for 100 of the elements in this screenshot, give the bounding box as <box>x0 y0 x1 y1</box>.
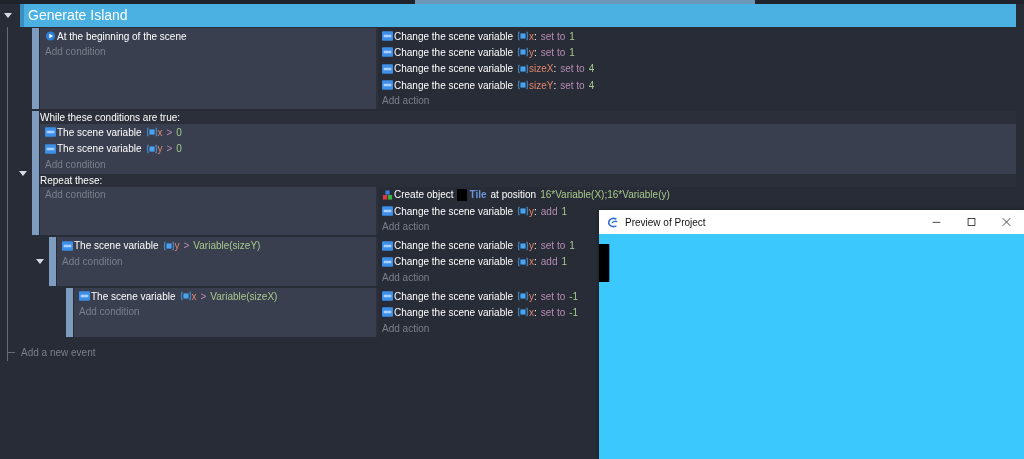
instruction-text: Change the scene variable <box>394 290 513 302</box>
value: 0 <box>176 143 182 155</box>
punctuation: : <box>534 205 537 217</box>
variable-icon <box>517 31 529 42</box>
value: 0 <box>176 126 182 138</box>
instruction-text: Create object <box>394 189 454 201</box>
instruction-text: Change the scene variable <box>394 46 513 58</box>
value: Variable(sizeX) <box>210 290 278 302</box>
variable-name: y <box>174 240 180 251</box>
operator: set to <box>540 290 566 302</box>
variable-name: y <box>529 205 534 217</box>
shapes-icon <box>382 189 393 200</box>
variable-icon <box>382 256 393 267</box>
event-handle[interactable] <box>32 28 39 110</box>
variable-icon <box>382 206 393 217</box>
collapse-arrow-icon[interactable] <box>36 259 44 265</box>
add-condition-link[interactable]: Add condition <box>45 44 106 61</box>
punctuation: : <box>553 79 557 91</box>
variable-icon <box>382 47 393 58</box>
variable-icon <box>45 143 56 154</box>
add-action-link[interactable]: Add action <box>382 219 430 236</box>
collapse-arrow-icon[interactable] <box>4 13 12 18</box>
variable-icon <box>79 291 90 302</box>
instruction-text: At the beginning of the scene <box>57 30 187 42</box>
variable-icon <box>517 80 529 91</box>
punctuation: : <box>553 63 557 75</box>
group-header[interactable]: Generate Island <box>20 4 1016 27</box>
value: 1 <box>569 240 575 251</box>
add-condition-link[interactable]: Add condition <box>45 186 106 203</box>
instruction-text: Change the scene variable <box>394 30 513 42</box>
instruction-text: Change the scene variable <box>394 63 513 75</box>
operator: > <box>183 240 190 251</box>
instruction-text: The scene variable <box>57 126 142 138</box>
variable-icon <box>517 47 529 58</box>
add-action-link[interactable]: Add action <box>382 269 430 286</box>
add-event-link[interactable]: Add a new event <box>21 344 96 361</box>
instruction-text: Change the scene variable <box>394 306 513 318</box>
instruction-text: Change the scene variable <box>394 205 513 217</box>
variable-icon <box>517 240 529 251</box>
variable-icon <box>162 240 175 251</box>
variable-name: x <box>157 126 163 138</box>
instruction-text: The scene variable <box>91 290 176 302</box>
instruction-text: The scene variable <box>74 240 159 251</box>
operator: add <box>540 205 558 217</box>
variable-icon <box>517 307 529 318</box>
value: -1 <box>569 306 579 318</box>
value: 1 <box>561 256 567 268</box>
variable-name: x <box>191 290 197 302</box>
variable-icon <box>517 256 529 267</box>
app-icon <box>607 216 619 228</box>
object-thumbnail <box>457 188 468 201</box>
add-condition-link[interactable]: Add condition <box>62 253 123 270</box>
variable-icon <box>382 291 393 302</box>
value: -1 <box>569 290 579 302</box>
instruction-text: at position <box>490 189 537 201</box>
add-condition-link[interactable]: Add condition <box>45 156 106 173</box>
object-name: Tile <box>469 189 487 201</box>
variable-name: x <box>529 306 534 318</box>
variable-icon <box>382 80 393 91</box>
variable-icon <box>517 291 529 302</box>
add-action-link[interactable]: Add action <box>382 320 430 337</box>
punctuation: : <box>534 30 537 42</box>
value: Variable(sizeY) <box>193 240 261 251</box>
variable-name: x <box>529 256 534 268</box>
value: 1 <box>569 30 575 42</box>
punctuation: : <box>534 306 537 318</box>
variable-name: y <box>157 143 163 155</box>
event-handle[interactable] <box>49 237 56 286</box>
variable-icon <box>382 307 393 318</box>
operator: > <box>200 290 207 302</box>
variable-icon <box>45 127 56 138</box>
operator: > <box>166 126 173 138</box>
punctuation: : <box>534 46 537 58</box>
operator: set to <box>560 79 585 91</box>
variable-icon <box>145 127 158 138</box>
play-icon <box>45 31 56 42</box>
operator: set to <box>540 30 566 42</box>
variable-icon <box>62 240 73 251</box>
variable-name: y <box>529 290 534 302</box>
variable-name: y <box>529 46 534 58</box>
punctuation: : <box>534 256 537 268</box>
variable-icon <box>517 63 529 74</box>
variable-icon <box>382 31 393 42</box>
add-action-link[interactable]: Add action <box>382 93 430 110</box>
operator: add <box>540 256 558 268</box>
operator: set to <box>540 46 566 58</box>
variable-icon <box>145 143 158 154</box>
operator: set to <box>560 63 585 75</box>
value: 1 <box>569 46 575 58</box>
window-title: Preview of Project <box>625 216 706 228</box>
variable-name: y <box>529 240 534 251</box>
event-handle[interactable] <box>32 111 39 236</box>
collapse-arrow-icon[interactable] <box>19 170 27 176</box>
punctuation: : <box>534 290 537 302</box>
variable-icon <box>179 291 192 302</box>
operator: > <box>166 143 173 155</box>
add-condition-link[interactable]: Add condition <box>79 304 140 321</box>
event-handle[interactable] <box>66 287 73 337</box>
variable-icon <box>517 206 529 217</box>
value: 16*Variable(X);16*Variable(y) <box>540 189 670 201</box>
